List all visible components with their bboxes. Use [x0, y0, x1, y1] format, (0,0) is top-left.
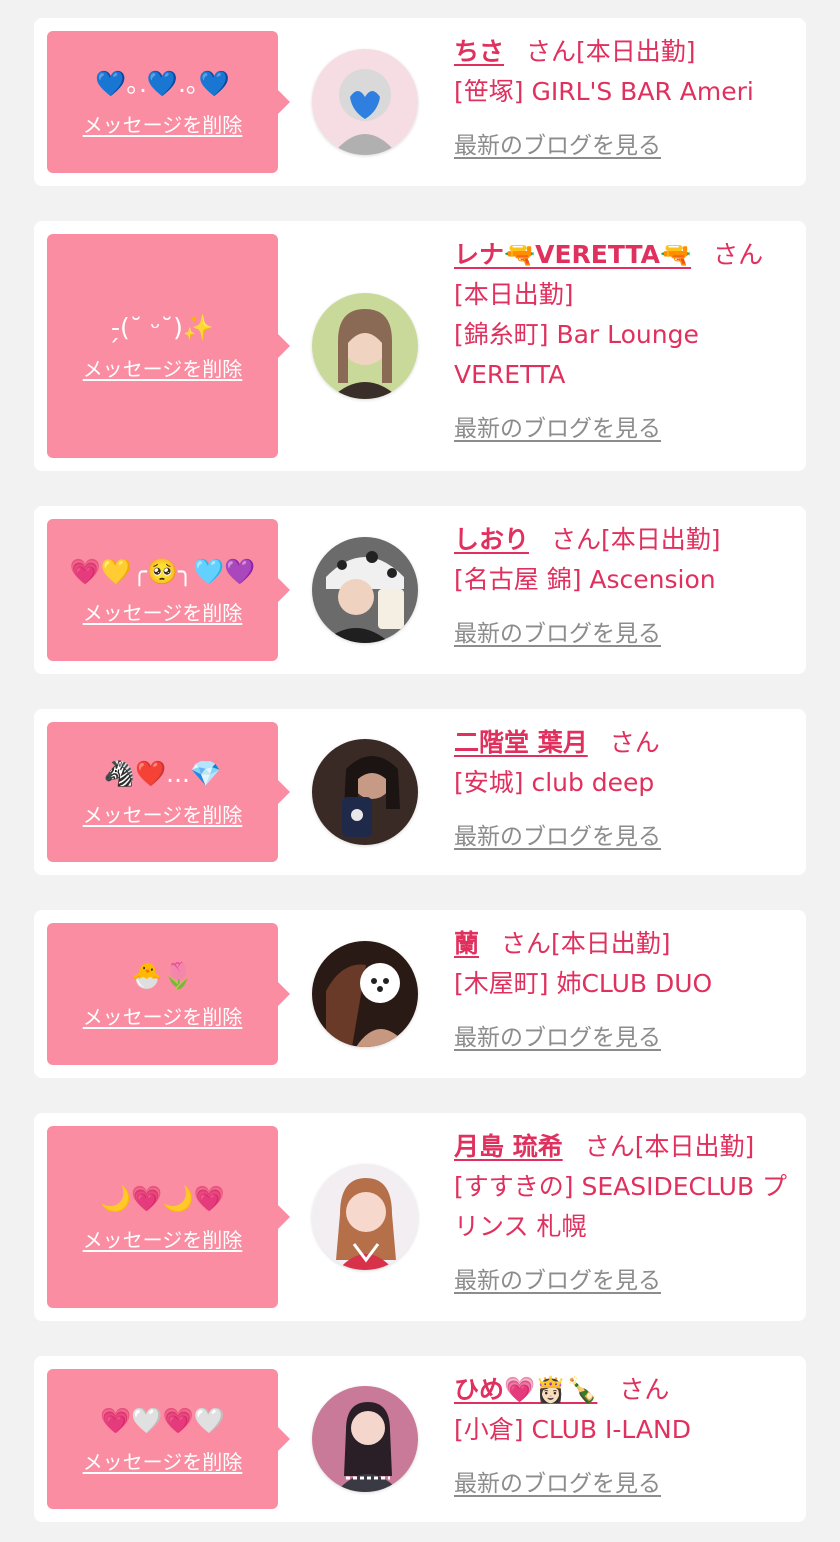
message-text: 💙｡.💙.｡💙: [95, 68, 230, 98]
san-suffix: さん: [501, 929, 552, 958]
avatar[interactable]: [312, 1164, 418, 1270]
cast-name-link[interactable]: 月島 琉希: [454, 1132, 563, 1161]
latest-blog-link[interactable]: 最新のブログを見る: [454, 126, 661, 160]
message-bubble: -̗(˘ ᵕ˘)✨ メッセージを削除: [47, 234, 290, 458]
shop-name: [笹塚] GIRL'S BAR Ameri: [454, 77, 754, 106]
shop-name: [すすきの] SEASIDECLUB プリンス 札幌: [454, 1172, 788, 1241]
delete-message-link[interactable]: メッセージを削除: [83, 597, 243, 626]
message-bubble: 🦓❤️...💎 メッセージを削除: [47, 722, 290, 862]
message-card: 💗💛╭🥺╮🩵💜 メッセージを削除 しおり さん[本日出勤] [名古屋 錦] Asc…: [34, 506, 806, 674]
shop-name: [安城] club deep: [454, 768, 655, 797]
shop-name: [名古屋 錦] Ascension: [454, 565, 716, 594]
message-text: 💗💛╭🥺╮🩵💜: [69, 556, 256, 586]
san-suffix: さん: [584, 1132, 635, 1161]
work-status: [本日出勤]: [551, 929, 671, 958]
cast-info: 月島 琉希 さん[本日出勤] [すすきの] SEASIDECLUB プリンス 札幌…: [454, 1127, 794, 1295]
message-card: -̗(˘ ᵕ˘)✨ メッセージを削除 レナ🔫VERETTA🔫 さん [本日出勤] […: [34, 221, 806, 471]
message-bubble: 💗💛╭🥺╮🩵💜 メッセージを削除: [47, 519, 290, 661]
avatar[interactable]: [312, 49, 418, 155]
latest-blog-link[interactable]: 最新のブログを見る: [454, 1018, 661, 1052]
cast-name-link[interactable]: 二階堂 葉月: [454, 728, 588, 757]
message-bubble: 🐣🌷 メッセージを削除: [47, 923, 290, 1065]
latest-blog-link[interactable]: 最新のブログを見る: [454, 409, 661, 443]
san-suffix: さん: [619, 1375, 670, 1404]
cast-info: 二階堂 葉月 さん [安城] club deep 最新のブログを見る: [454, 723, 794, 851]
message-card: 🐣🌷 メッセージを削除 蘭さん[本日出勤] [木屋町] 姉CLUB DUO 最新…: [34, 910, 806, 1078]
delete-message-link[interactable]: メッセージを削除: [83, 799, 243, 828]
latest-blog-link[interactable]: 最新のブログを見る: [454, 817, 661, 851]
delete-message-link[interactable]: メッセージを削除: [83, 109, 243, 138]
work-status: [本日出勤]: [601, 525, 721, 554]
avatar[interactable]: [312, 1386, 418, 1492]
cast-info: ちさ さん[本日出勤] [笹塚] GIRL'S BAR Ameri 最新のブログを…: [454, 32, 794, 160]
message-card: 💗🤍💗🤍 メッセージを削除 ひめ💗👸🏻🍾 さん [小倉] CLUB I-LAND …: [34, 1356, 806, 1522]
cast-info: 蘭さん[本日出勤] [木屋町] 姉CLUB DUO 最新のブログを見る: [454, 924, 794, 1052]
message-card: 💙｡.💙.｡💙 メッセージを削除 ちさ さん[本日出勤] [笹塚] GIRL'S …: [34, 18, 806, 186]
cast-info: レナ🔫VERETTA🔫 さん [本日出勤] [錦糸町] Bar Lounge VER…: [454, 235, 794, 443]
delete-message-link[interactable]: メッセージを削除: [83, 1001, 243, 1030]
work-status: [本日出勤]: [454, 280, 574, 309]
latest-blog-link[interactable]: 最新のブログを見る: [454, 614, 661, 648]
message-text: 🌙💗🌙💗: [100, 1183, 225, 1213]
cast-name-link[interactable]: ちさ: [454, 37, 504, 66]
shop-name: [錦糸町] Bar Lounge VERETTA: [454, 320, 699, 389]
message-card: 🌙💗🌙💗 メッセージを削除 月島 琉希 さん[本日出勤] [すすきの] SEASI…: [34, 1113, 806, 1321]
work-status: [本日出勤]: [634, 1132, 755, 1161]
cast-info: しおり さん[本日出勤] [名古屋 錦] Ascension 最新のブログを見る: [454, 520, 794, 648]
cast-name-link[interactable]: レナ🔫VERETTA🔫: [454, 240, 691, 269]
san-suffix: さん: [713, 240, 764, 269]
cast-name-link[interactable]: ひめ💗👸🏻🍾: [454, 1375, 597, 1404]
avatar[interactable]: [312, 537, 418, 643]
avatar[interactable]: [312, 941, 418, 1047]
delete-message-link[interactable]: メッセージを削除: [83, 1446, 243, 1475]
avatar[interactable]: [312, 293, 418, 399]
shop-name: [木屋町] 姉CLUB DUO: [454, 969, 713, 998]
cast-name-link[interactable]: しおり: [454, 525, 529, 554]
san-suffix: さん: [526, 37, 577, 66]
latest-blog-link[interactable]: 最新のブログを見る: [454, 1464, 661, 1498]
delete-message-link[interactable]: メッセージを削除: [83, 1224, 243, 1253]
latest-blog-link[interactable]: 最新のブログを見る: [454, 1261, 661, 1295]
message-bubble: 🌙💗🌙💗 メッセージを削除: [47, 1126, 290, 1308]
message-text: -̗(˘ ᵕ˘)✨: [111, 312, 214, 342]
san-suffix: さん: [609, 728, 660, 757]
cast-name-link[interactable]: 蘭: [454, 929, 479, 958]
work-status: [本日出勤]: [576, 37, 696, 66]
message-bubble: 💗🤍💗🤍 メッセージを削除: [47, 1369, 290, 1509]
message-list: 💙｡.💙.｡💙 メッセージを削除 ちさ さん[本日出勤] [笹塚] GIRL'S …: [0, 0, 840, 1542]
san-suffix: さん: [551, 525, 602, 554]
delete-message-link[interactable]: メッセージを削除: [83, 353, 243, 382]
message-text: 🐣🌷: [131, 960, 194, 990]
shop-name: [小倉] CLUB I-LAND: [454, 1415, 691, 1444]
message-text: 🦓❤️...💎: [103, 758, 222, 788]
message-bubble: 💙｡.💙.｡💙 メッセージを削除: [47, 31, 290, 173]
cast-info: ひめ💗👸🏻🍾 さん [小倉] CLUB I-LAND 最新のブログを見る: [454, 1370, 794, 1498]
message-text: 💗🤍💗🤍: [100, 1405, 225, 1435]
message-card: 🦓❤️...💎 メッセージを削除 二階堂 葉月 さん [安城] club deep…: [34, 709, 806, 875]
avatar[interactable]: [312, 739, 418, 845]
